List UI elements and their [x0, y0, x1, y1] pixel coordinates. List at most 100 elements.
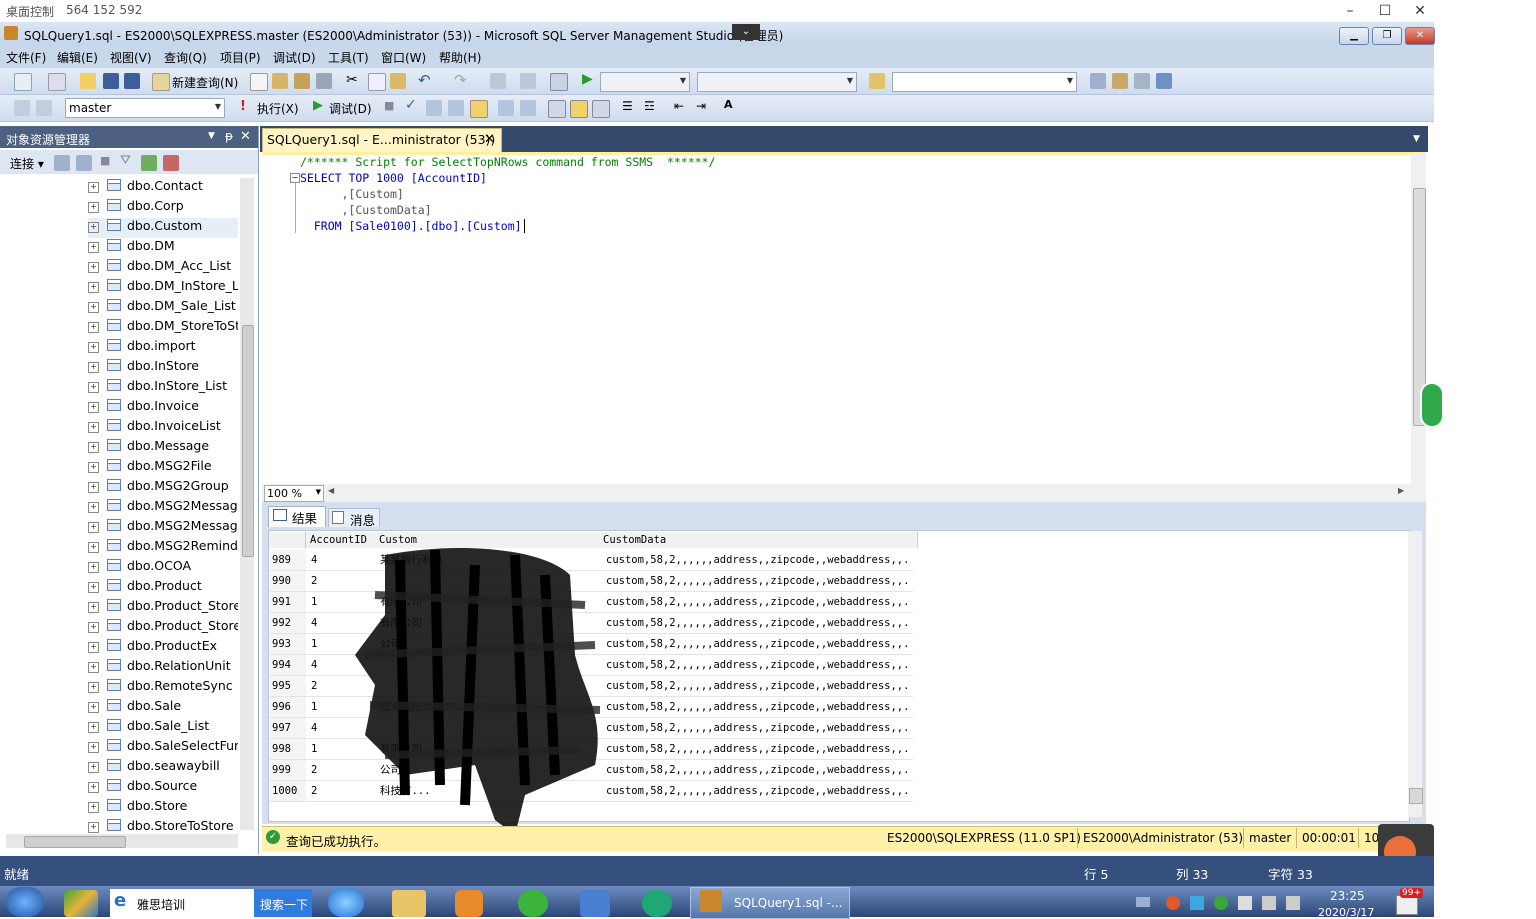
tab-close-icon[interactable]: ✕ [484, 132, 495, 147]
tree-node[interactable]: + dbo.MSG2Group [88, 478, 238, 498]
expand-icon[interactable]: + [88, 402, 99, 413]
toolbox-icon[interactable] [1156, 73, 1172, 89]
tree-node[interactable]: + dbo.DM_InStore_List [88, 278, 238, 298]
window-minimize-button[interactable]: ▁ [1339, 27, 1369, 45]
tree-node[interactable]: + dbo.DM [88, 238, 238, 258]
redo-icon[interactable]: ↷ [454, 71, 467, 89]
navigate-forward-icon[interactable] [520, 73, 536, 89]
row-number[interactable]: 999 [270, 760, 306, 780]
collapse-icon[interactable]: − [290, 173, 300, 183]
save-icon[interactable] [103, 73, 119, 89]
add-item-icon[interactable] [48, 73, 66, 91]
tree-node[interactable]: + dbo.Corp [88, 198, 238, 218]
tree-node[interactable]: + dbo.InvoiceList [88, 418, 238, 438]
cell-customdata[interactable]: custom,58,2,,,,,,address,,zipcode,,webad… [606, 697, 911, 717]
mail-app-icon[interactable] [580, 890, 610, 917]
expand-icon[interactable]: + [88, 482, 99, 493]
expand-icon[interactable]: + [88, 822, 99, 833]
increase-indent-icon[interactable]: ⇥ [696, 99, 706, 113]
expand-icon[interactable]: + [88, 462, 99, 473]
expand-icon[interactable]: + [88, 562, 99, 573]
expand-icon[interactable]: + [88, 782, 99, 793]
specify-template-icon[interactable]: A [724, 98, 733, 111]
comment-icon[interactable]: ☰ [622, 99, 633, 113]
row-number[interactable]: 991 [270, 592, 306, 612]
ie-taskbar-icon[interactable] [328, 888, 364, 917]
expand-icon[interactable]: + [88, 202, 99, 213]
cell-customdata[interactable]: custom,58,2,,,,,,address,,zipcode,,webad… [606, 613, 911, 633]
window-restore-button[interactable]: ❐ [1372, 27, 1402, 45]
refresh-icon[interactable] [141, 155, 157, 171]
open-file-icon[interactable] [80, 73, 96, 89]
pin-icon[interactable]: ᵽ [225, 129, 233, 143]
display-plan-icon[interactable] [426, 100, 442, 116]
activity-monitor-icon[interactable] [163, 155, 179, 171]
mdx-query-icon[interactable] [294, 73, 310, 89]
expand-icon[interactable]: + [88, 442, 99, 453]
tree-node[interactable]: + dbo.MSG2File [88, 458, 238, 478]
stop-icon[interactable]: ■ [100, 154, 110, 167]
tree-node[interactable]: + dbo.MSG2Message [88, 498, 238, 518]
floating-widget-icon[interactable] [1420, 382, 1444, 428]
expand-icon[interactable]: + [88, 322, 99, 333]
tree-node[interactable]: + dbo.Product_Store_ [88, 618, 238, 638]
tray-icon-1[interactable] [1166, 896, 1180, 910]
tree-node[interactable]: + dbo.ProductEx [88, 638, 238, 658]
tree-node[interactable]: + dbo.InStore [88, 358, 238, 378]
update-icon[interactable] [518, 890, 548, 917]
cancel-query-icon[interactable]: ■ [384, 99, 394, 112]
sql-editor[interactable] [262, 152, 1426, 484]
expand-icon[interactable]: + [88, 282, 99, 293]
expand-icon[interactable]: + [88, 762, 99, 773]
start-button[interactable] [6, 887, 44, 917]
expand-icon[interactable]: + [88, 542, 99, 553]
zoom-combo[interactable]: 100 % ▼ [264, 485, 324, 502]
undo-icon[interactable]: ↶ [418, 71, 431, 89]
tree-node[interactable]: + dbo.Sale_List [88, 718, 238, 738]
expand-icon[interactable]: + [88, 642, 99, 653]
report-icon[interactable] [550, 73, 568, 91]
tree-node[interactable]: + dbo.MSG2Remind [88, 538, 238, 558]
execute-button[interactable]: 执行(X) [257, 100, 299, 117]
tree-scroll-thumb[interactable] [242, 325, 254, 557]
cell-customdata[interactable]: custom,58,2,,,,,,address,,zipcode,,webad… [606, 760, 911, 780]
row-number[interactable]: 996 [270, 697, 306, 717]
cell-customdata[interactable]: custom,58,2,,,,,,address,,zipcode,,webad… [606, 781, 911, 801]
tree-node[interactable]: + dbo.Source [88, 778, 238, 798]
debug-button[interactable]: 调试(D) [329, 100, 372, 117]
minimize-icon[interactable]: – [1336, 1, 1364, 21]
properties-icon[interactable] [1134, 73, 1150, 89]
expand-icon[interactable]: + [88, 662, 99, 673]
tree-node[interactable]: + dbo.Message [88, 438, 238, 458]
menu-project[interactable]: 项目(P) [220, 49, 261, 66]
tree-node[interactable]: + dbo.Contact [88, 178, 238, 198]
explorer-taskbar-icon[interactable] [392, 890, 426, 917]
solution-config-combo[interactable]: ▼ [600, 72, 690, 92]
tree-node[interactable]: + dbo.DM_Acc_List [88, 258, 238, 278]
grid-scroll-thumb[interactable] [1409, 788, 1423, 804]
query-designer-icon[interactable] [448, 100, 464, 116]
maximize-icon[interactable]: ☐ [1371, 1, 1399, 21]
tray-icon-2[interactable] [1190, 896, 1204, 910]
cell-customdata[interactable]: custom,58,2,,,,,,address,,zipcode,,webad… [606, 634, 911, 654]
menu-window[interactable]: 窗口(W) [381, 49, 426, 66]
row-number[interactable]: 994 [270, 655, 306, 675]
close-panel-icon[interactable]: ✕ [240, 129, 251, 144]
row-number[interactable]: 1000 [270, 781, 306, 801]
disconnect-icon[interactable] [76, 155, 92, 171]
network-tray-icon[interactable] [1262, 896, 1276, 910]
remote-toggle-icon[interactable]: ⌄ [732, 24, 760, 40]
tree-node[interactable]: + dbo.MSG2Message [88, 518, 238, 538]
platform-combo[interactable]: ▼ [697, 72, 857, 92]
cell-customdata[interactable]: custom,58,2,,,,,,address,,zipcode,,webad… [606, 550, 911, 570]
results-to-file-icon[interactable] [592, 100, 610, 118]
row-number[interactable]: 998 [270, 739, 306, 759]
menu-file[interactable]: 文件(F) [6, 49, 46, 66]
new-project-icon[interactable] [14, 73, 32, 91]
change-connection-icon[interactable] [36, 100, 52, 116]
tree-node[interactable]: + dbo.seawaybill [88, 758, 238, 778]
tree-node[interactable]: + dbo.SaleSelectFunc [88, 738, 238, 758]
tree-node[interactable]: + dbo.InStore_List [88, 378, 238, 398]
expand-icon[interactable]: + [88, 302, 99, 313]
tray-icon-3[interactable] [1214, 896, 1228, 910]
